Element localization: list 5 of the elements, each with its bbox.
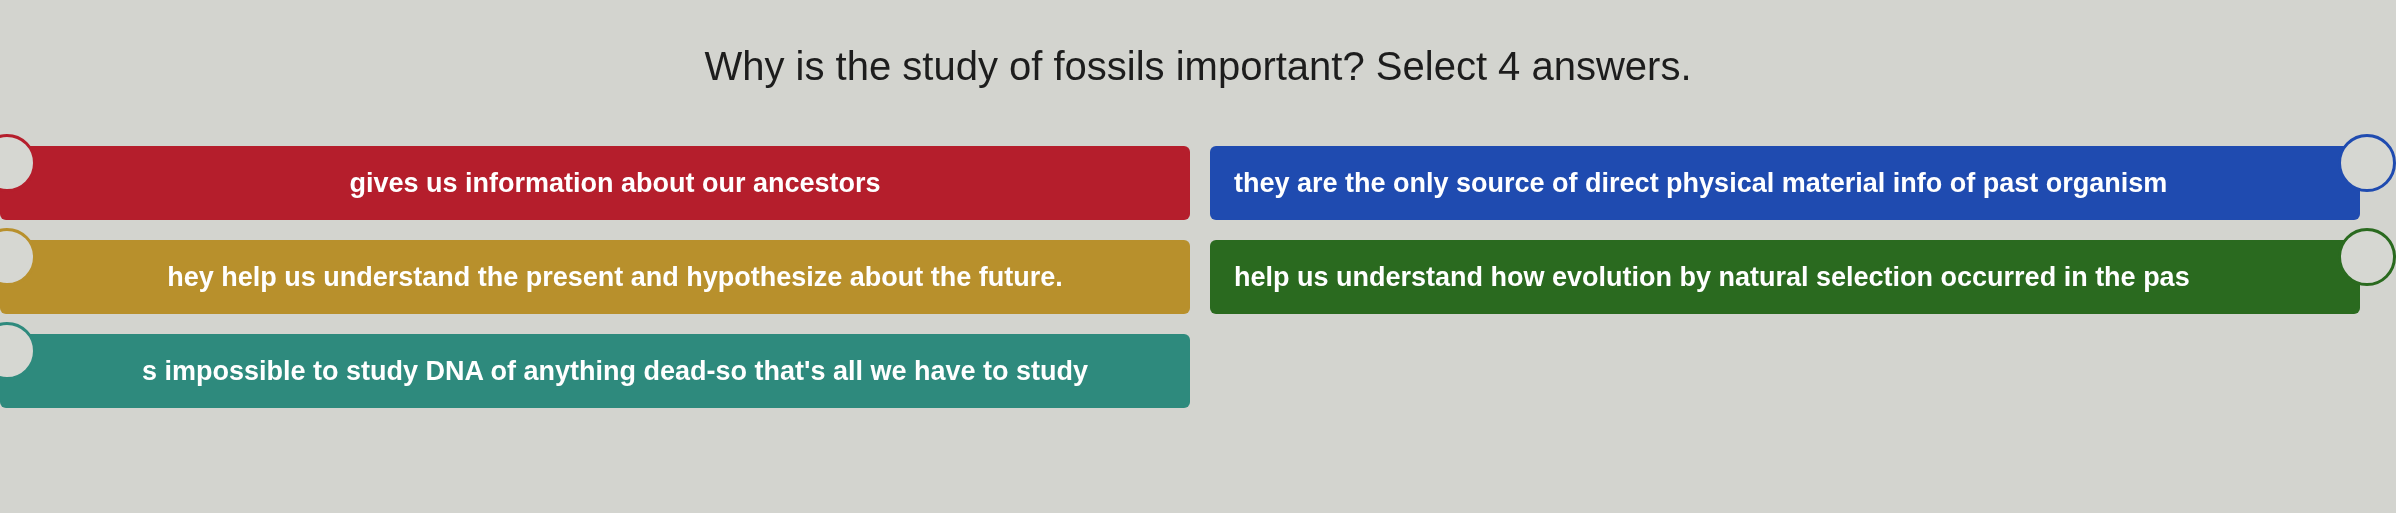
answer-option[interactable]: s impossible to study DNA of anything dead-so that's all we have to study — [0, 334, 1190, 408]
answer-option[interactable]: help us understand how evolution by natural selection occurred in the pas — [1210, 240, 2360, 314]
question-title: Why is the study of fossils important? Select 4 answers. — [704, 43, 1692, 90]
answer-option[interactable]: gives us information about our ancestors — [0, 146, 1190, 220]
answer-option[interactable]: they are the only source of direct physical material info of past organism — [1210, 146, 2360, 220]
